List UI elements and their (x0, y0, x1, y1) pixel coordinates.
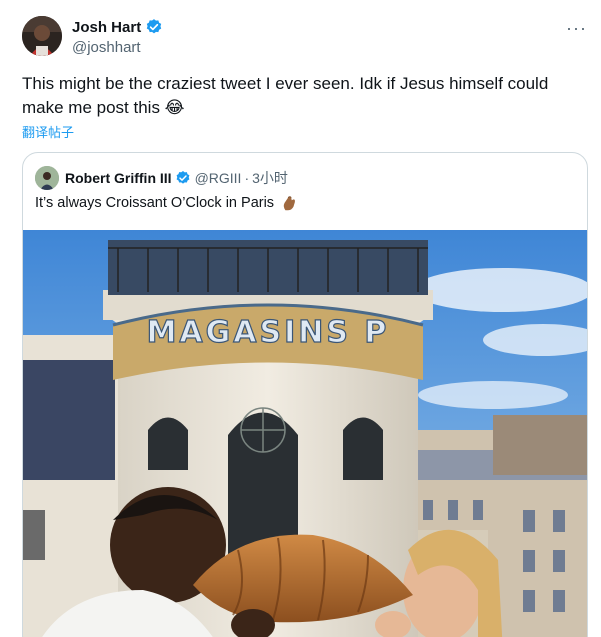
author-handle[interactable]: @joshhart (72, 39, 163, 56)
author-avatar[interactable] (22, 16, 62, 56)
tweet-text: This might be the craziest tweet I ever … (22, 74, 549, 117)
quote-text-row: It’s always Croissant O’Clock in Paris (35, 194, 298, 212)
verified-badge-icon (145, 18, 163, 36)
quote-author-name: Robert Griffin III (65, 170, 172, 186)
media-sign-text: MAGASINS P (147, 315, 390, 350)
quote-author-avatar (35, 166, 59, 190)
author-name[interactable]: Josh Hart (72, 19, 141, 36)
quote-text: It’s always Croissant O’Clock in Paris (35, 195, 275, 211)
quote-author-handle: @RGIII (194, 170, 242, 186)
tweet-card: Josh Hart @joshhart ··· This might be th… (0, 0, 601, 637)
pinched-fingers-emoji-icon (280, 194, 298, 212)
quote-timestamp: 3小时 (252, 170, 288, 186)
author-info: Josh Hart @joshhart (72, 17, 163, 56)
quoted-tweet[interactable]: Robert Griffin III @RGIII · 3小时 It’s alw… (22, 152, 588, 637)
quote-separator: · (244, 170, 250, 186)
quote-photo[interactable]: MAGASINS P (23, 230, 587, 637)
quote-header: Robert Griffin III @RGIII · 3小时 (35, 166, 288, 190)
verified-badge-icon (175, 170, 191, 186)
translate-link[interactable]: 翻译帖子 (22, 122, 74, 141)
more-options-icon[interactable]: ··· (566, 18, 587, 39)
